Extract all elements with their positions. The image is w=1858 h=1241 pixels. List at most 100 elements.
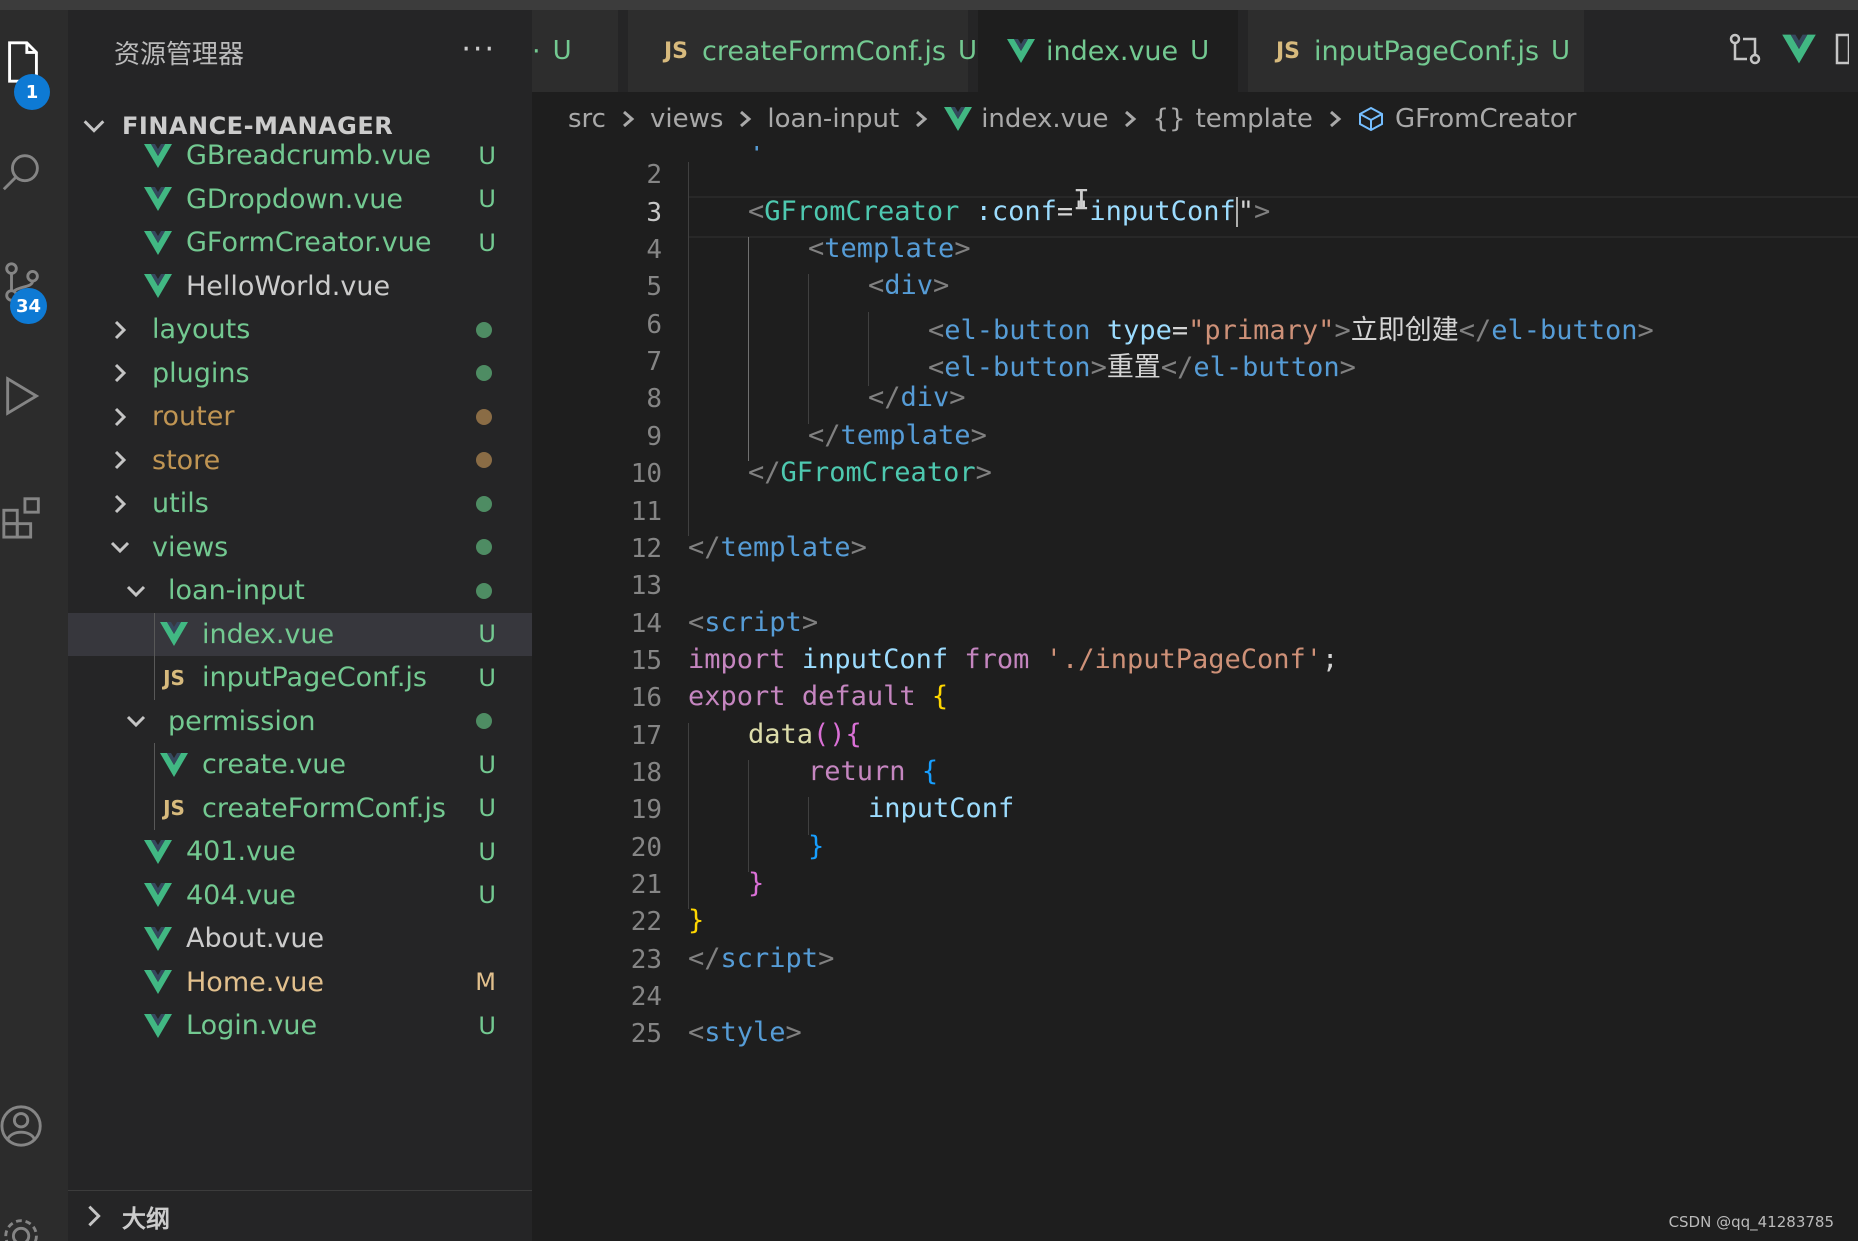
code-token: data [748,718,814,750]
vue-preview-icon[interactable] [1781,33,1817,69]
code-token: > [1334,314,1351,346]
chevron-down-icon[interactable] [108,535,132,559]
code-token: type [1106,314,1172,346]
chevron-down-icon[interactable] [124,579,148,603]
tree-file[interactable]: Home.vue M [68,961,532,1005]
run-debug-icon[interactable] [0,360,68,432]
code-line[interactable]: <template> [808,233,971,264]
line-number: 23 [630,944,662,975]
tree-folder[interactable]: loan-input [68,569,532,613]
tree-file[interactable]: GDropdown.vue U [68,178,532,222]
indent-guide [154,656,155,700]
indent-guide [154,612,155,656]
chevron-right-icon [1325,109,1345,129]
tree-file[interactable]: index.vue U [68,612,532,656]
code-token: { [931,681,949,713]
tree-folder[interactable]: plugins [68,352,532,396]
code-token: > [1090,352,1107,384]
code-line[interactable]: } [808,831,824,862]
tab-partial[interactable]: · U [532,10,618,92]
extensions-icon[interactable] [0,480,68,552]
files-icon[interactable]: 1 [0,26,68,110]
line-number: 7 [646,347,662,378]
code-line[interactable]: </GFromCreator> [748,457,992,488]
code-line[interactable]: </template> [688,532,867,563]
code-line[interactable]: </template> [808,420,987,451]
code-token: "primary" [1188,314,1335,346]
breadcrumb-label: loan-input [767,104,900,134]
code-line[interactable]: <el-button>重置</el-button> [928,345,1356,384]
tree-folder[interactable]: utils [68,482,532,526]
tree-folder[interactable]: layouts [68,308,532,352]
tree-file[interactable]: JS createFormConf.js U [68,786,532,830]
tree-file[interactable]: create.vue U [68,743,532,787]
code-token: </ [1458,314,1492,346]
breadcrumb-item[interactable]: views [650,104,723,134]
split-editor-icon[interactable] [1835,31,1851,71]
chevron-right-icon[interactable] [108,492,132,516]
code-line[interactable]: return { [808,756,938,787]
code-token: './inputPageConf' [1045,643,1323,675]
chevron-right-icon[interactable] [108,318,132,342]
chevron-right-icon[interactable] [108,448,132,472]
tree-file[interactable]: About.vue [68,917,532,961]
tree-file[interactable]: 404.vue U [68,874,532,918]
tree-folder[interactable]: views [68,526,532,570]
tree-folder[interactable]: permission [68,700,532,744]
code-line[interactable]: inputConf [868,793,1014,824]
code-line[interactable]: export default { [688,681,948,712]
code-token: return [808,755,906,787]
tree-file[interactable]: GBreadcrumb.vue U [68,134,532,178]
breadcrumb-item[interactable]: {} template [1152,104,1312,134]
tree-folder[interactable]: store [68,439,532,483]
code-line[interactable]: </script> [688,943,834,974]
git-status-dot [476,495,492,512]
code-token: </ [1160,352,1194,384]
tree-file[interactable]: JS inputPageConf.js U [68,656,532,700]
breadcrumb-item[interactable]: src [568,104,606,134]
code-editor[interactable]: 1<template>23<GFromCreator :conf="inputC… [532,146,1858,1241]
tree-file[interactable]: 401.vue U [68,830,532,874]
git-status-badge: U [478,1011,496,1040]
compare-changes-icon[interactable] [1727,31,1763,71]
more-actions-icon[interactable]: ··· [461,32,496,67]
code-line[interactable]: <script> [688,607,818,638]
code-line[interactable]: <div> [868,270,949,301]
tab-inputpageconf[interactable]: JS inputPageConf.js U [1248,10,1584,92]
breadcrumb-item[interactable]: loan-input [767,104,899,134]
code-line[interactable]: </div> [868,382,966,413]
source-control-icon[interactable]: 34 [0,246,68,324]
code-token: script [720,942,819,974]
code-line[interactable]: } [748,868,764,899]
code-token: > [933,270,950,302]
code-token: < [688,606,705,638]
tree-file[interactable]: HelloWorld.vue [68,265,532,309]
tree-file[interactable]: GFormCreator.vue U [68,221,532,265]
tree-item-label: views [152,531,229,563]
vue-file-icon [158,620,190,648]
tab-createformconf[interactable]: JS createFormConf.js U [628,10,977,92]
account-icon[interactable] [0,1090,68,1162]
search-icon[interactable] [0,136,68,208]
tab-index-vue[interactable]: index.vue U [978,10,1238,92]
chevron-down-icon[interactable] [124,709,148,733]
breadcrumb-item[interactable]: index.vue [943,104,1108,134]
code-token: GFromCreator [764,195,960,227]
settings-gear-icon[interactable] [0,1200,68,1241]
chevron-right-icon[interactable] [108,361,132,385]
code-line[interactable]: <template> [688,146,851,152]
code-token: > [1637,314,1654,346]
code-line[interactable]: <GFromCreator :conf="inputConf"> [748,196,1270,228]
mouse-ibeam-cursor: I [1073,183,1090,216]
breadcrumb-item[interactable]: GFromCreator [1357,104,1577,134]
code-line[interactable]: <style> [688,1017,802,1048]
code-line[interactable]: import inputConf from './inputPageConf'; [688,644,1338,675]
tree-folder[interactable]: router [68,395,532,439]
code-line[interactable]: } [688,905,704,936]
tree-file[interactable]: Login.vue U [68,1004,532,1048]
outline-section-header[interactable]: 大纲 [68,1190,532,1241]
code-line[interactable]: <el-button type="primary">立即创建</el-butto… [928,308,1654,347]
chevron-right-icon[interactable] [108,405,132,429]
code-line[interactable]: data(){ [748,719,862,750]
